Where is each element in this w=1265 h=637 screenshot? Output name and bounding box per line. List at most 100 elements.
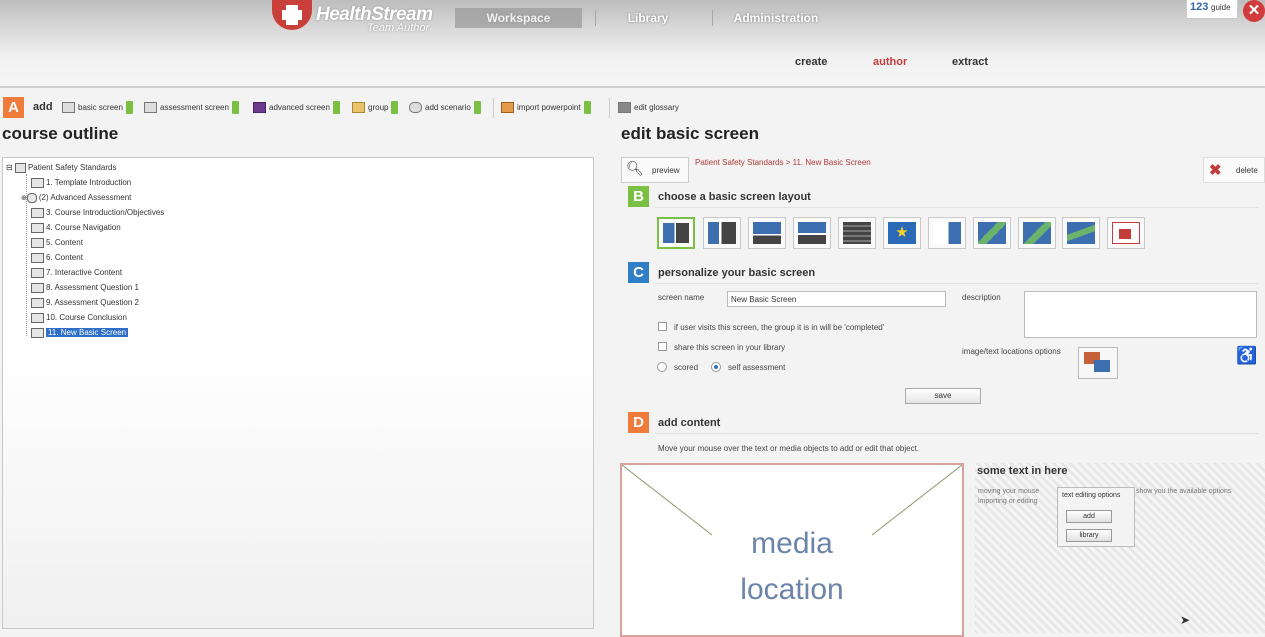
edit-glossary-button[interactable]: edit glossary <box>618 100 679 115</box>
layout-option-6[interactable]: ★ <box>883 217 921 249</box>
text-heading: some text in here <box>977 465 1068 477</box>
text-hint-left: moving your mouse <box>978 488 1040 495</box>
screen-icon <box>31 177 44 188</box>
course-outline-tree: ⊟ Patient Safety Standards 1. Template I… <box>2 157 594 629</box>
scenario-icon <box>409 102 422 114</box>
logo-subtitle: Team Author <box>367 22 430 34</box>
guide-button[interactable]: 123 guide <box>1186 0 1238 19</box>
tree-item[interactable]: 8. Assessment Question 1 <box>31 281 139 295</box>
plus-icon <box>391 101 399 115</box>
pdf-icon <box>1112 222 1140 244</box>
add-scenario-button[interactable]: add scenario <box>409 100 481 115</box>
layout-option-4[interactable] <box>793 217 831 249</box>
add-assessment-screen-button[interactable]: assessment screen <box>144 100 239 115</box>
screen-icon <box>31 222 44 233</box>
popup-add-button[interactable]: add <box>1066 510 1112 523</box>
add-basic-screen-button[interactable]: basic screen <box>62 100 133 115</box>
plus-icon <box>332 101 340 115</box>
image-text-locations-button[interactable] <box>1078 347 1118 379</box>
app-header: HealthStream Team Author Workspace Libra… <box>0 0 1265 88</box>
delete-icon: ✖ <box>1209 162 1222 179</box>
basic-screen-icon <box>62 102 75 114</box>
assessment-screen-icon <box>144 102 157 114</box>
section-d-badge: D <box>628 412 649 433</box>
accessibility-icon[interactable]: ♿ <box>1236 346 1257 366</box>
layout-option-3[interactable] <box>748 217 786 249</box>
plus-icon <box>125 101 133 115</box>
breadcrumb[interactable]: Patient Safety Standards > 11. New Basic… <box>695 158 871 167</box>
layout-option-11[interactable] <box>1107 217 1145 249</box>
layout-option-2[interactable] <box>703 217 741 249</box>
glossary-icon <box>618 102 631 114</box>
media-location-area[interactable]: media location <box>620 463 964 637</box>
preview-button[interactable]: 🔍︎ preview <box>621 157 689 183</box>
group-completed-checkbox[interactable] <box>658 322 667 331</box>
tree-item[interactable]: 4. Course Navigation <box>31 221 121 235</box>
plus-icon <box>231 101 239 115</box>
star-icon: ★ <box>888 222 916 244</box>
section-c-badge: C <box>628 262 649 283</box>
tree-item-selected[interactable]: 11. New Basic Screen <box>31 326 129 340</box>
subnav-author[interactable]: author <box>873 56 907 68</box>
screen-name-label: screen name <box>658 293 705 302</box>
screen-name-input[interactable] <box>727 291 946 307</box>
image-options-label: image/text locations options <box>962 347 1061 356</box>
add-advanced-screen-button[interactable]: advanced screen <box>253 100 340 115</box>
layout-option-1[interactable] <box>657 217 695 249</box>
tree-root[interactable]: ⊟ Patient Safety Standards <box>6 161 116 175</box>
layout-option-8[interactable] <box>973 217 1011 249</box>
delete-button[interactable]: ✖ delete <box>1203 157 1265 183</box>
tree-item[interactable]: 6. Content <box>31 251 83 265</box>
text-hint-line2: importing or editing <box>978 498 1038 505</box>
nav-library[interactable]: Library <box>600 8 696 28</box>
course-icon <box>14 162 26 173</box>
preview-label: preview <box>652 166 680 175</box>
section-d-title: add content <box>658 417 721 429</box>
tree-item[interactable]: 3. Course Introduction/Objectives <box>31 206 164 220</box>
delete-label: delete <box>1236 166 1258 175</box>
screen-icon <box>31 297 44 308</box>
import-powerpoint-button[interactable]: import powerpoint <box>501 100 591 115</box>
text-editing-options-popup: text editing options add library <box>1057 487 1135 547</box>
layout-option-7[interactable] <box>928 217 966 249</box>
section-a-badge: A <box>3 97 24 118</box>
close-icon[interactable]: ✕ <box>1243 0 1265 22</box>
share-library-label: share this screen in your library <box>674 343 786 352</box>
tree-item[interactable]: ⊕ (2) Advanced Assessment <box>21 191 131 205</box>
tree-item[interactable]: 1. Template Introduction <box>31 176 131 190</box>
mouse-cursor-icon: ➤ <box>1180 613 1191 627</box>
subnav-create[interactable]: create <box>795 56 827 68</box>
layout-option-9[interactable] <box>1018 217 1056 249</box>
share-library-checkbox[interactable] <box>658 342 667 351</box>
course-outline-title: course outline <box>2 124 119 143</box>
subnav-extract[interactable]: extract <box>952 56 988 68</box>
layout-option-10[interactable] <box>1062 217 1100 249</box>
description-textarea[interactable] <box>1024 291 1257 338</box>
screen-icon <box>31 237 44 248</box>
tree-item[interactable]: 9. Assessment Question 2 <box>31 296 139 310</box>
scored-radio[interactable] <box>657 362 667 372</box>
tree-item[interactable]: 5. Content <box>31 236 83 250</box>
self-assessment-label: self assessment <box>728 363 786 372</box>
self-assessment-radio[interactable] <box>711 362 721 372</box>
layout-option-5[interactable] <box>838 217 876 249</box>
description-label: description <box>962 293 1001 302</box>
folder-icon <box>352 102 365 114</box>
save-button[interactable]: save <box>905 388 981 404</box>
add-group-button[interactable]: group <box>352 100 399 115</box>
add-label: add <box>33 101 53 113</box>
screen-icon <box>31 207 44 218</box>
tree-item[interactable]: 10. Course Conclusion <box>31 311 127 325</box>
popup-library-button[interactable]: library <box>1066 529 1112 542</box>
nav-workspace[interactable]: Workspace <box>455 8 582 28</box>
section-b-title: choose a basic screen layout <box>658 191 811 203</box>
guide-number: 123 <box>1190 1 1209 13</box>
screen-icon <box>31 267 44 278</box>
screen-icon <box>31 312 44 323</box>
plus-icon <box>583 101 591 115</box>
nav-administration[interactable]: Administration <box>720 8 832 28</box>
tree-item[interactable]: 7. Interactive Content <box>31 266 122 280</box>
plus-icon <box>473 101 481 115</box>
edit-screen-title: edit basic screen <box>621 124 759 143</box>
screen-icon <box>31 327 44 338</box>
